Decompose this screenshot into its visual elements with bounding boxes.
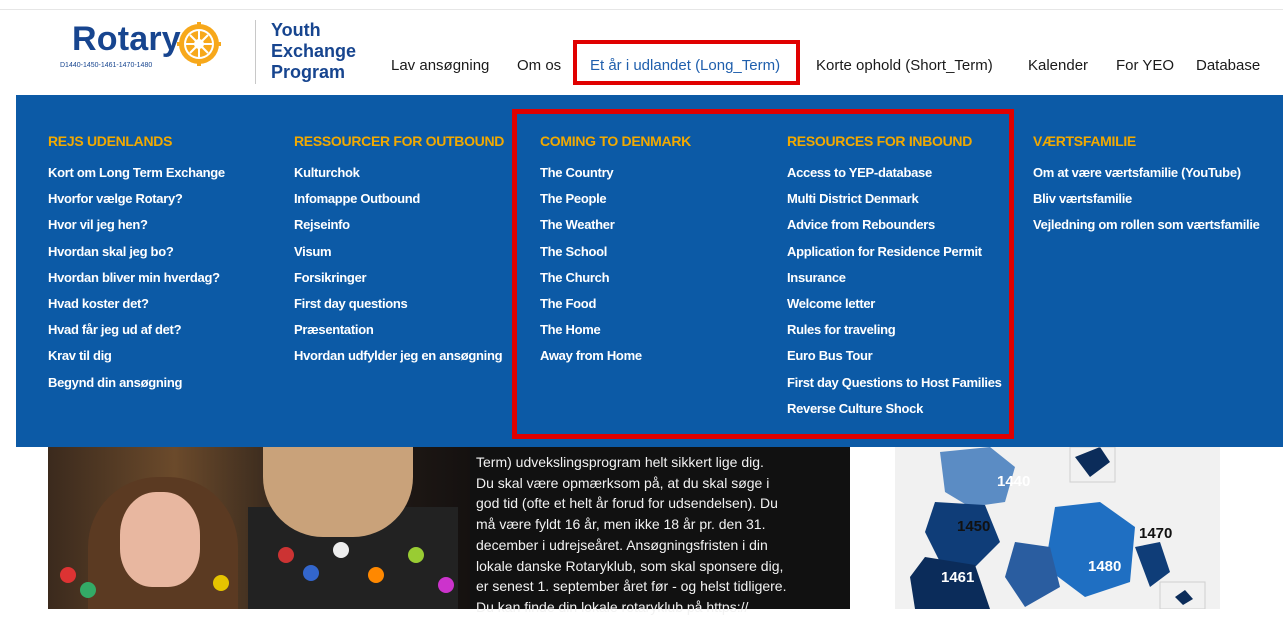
district-map[interactable]: 1440 1450 1470 1461 1480 bbox=[895, 447, 1220, 609]
nav-lav-ansoegning[interactable]: Lav ansøgning bbox=[391, 57, 489, 74]
menu-item[interactable]: Hvordan udfylder jeg en ansøgning bbox=[294, 347, 504, 373]
text-line: er senest 1. september året før - og hel… bbox=[476, 578, 787, 595]
logo-wordmark: Rotary bbox=[72, 20, 181, 58]
pin-badge bbox=[408, 547, 424, 563]
intro-paragraph: Term) udvekslingsprogram helt sikkert li… bbox=[476, 452, 836, 618]
program-title-line-1: Youth bbox=[271, 20, 321, 40]
menu-item[interactable]: Visum bbox=[294, 243, 504, 269]
menu-column-ressourcer-outbound: RESSOURCER FOR OUTBOUND Kulturchok Infom… bbox=[294, 133, 504, 374]
exchange-students-photo bbox=[48, 447, 470, 609]
pin-badge bbox=[213, 575, 229, 591]
menu-item[interactable]: Infomappe Outbound bbox=[294, 190, 504, 216]
program-title[interactable]: Youth Exchange Program bbox=[271, 20, 356, 83]
pin-badge bbox=[278, 547, 294, 563]
district-label-1480: 1480 bbox=[1088, 558, 1122, 575]
text-line: må være fyldt 16 år, men ikke 18 år pr. … bbox=[476, 516, 766, 533]
nav-short-term[interactable]: Korte ophold (Short_Term) bbox=[816, 57, 993, 74]
menu-item[interactable]: Vejledning om rollen som værtsfamilie bbox=[1033, 216, 1260, 242]
highlight-box-columns bbox=[512, 109, 1014, 439]
district-label-1470: 1470 bbox=[1139, 525, 1173, 542]
column-heading[interactable]: REJS UDENLANDS bbox=[48, 133, 225, 149]
menu-item[interactable]: Kulturchok bbox=[294, 164, 504, 190]
program-title-line-2: Exchange bbox=[271, 41, 357, 61]
top-border bbox=[0, 0, 1283, 10]
nav-om-os[interactable]: Om os bbox=[517, 57, 561, 74]
district-label-1450: 1450 bbox=[957, 518, 991, 535]
pin-badge bbox=[333, 542, 349, 558]
menu-item[interactable]: First day questions bbox=[294, 295, 504, 321]
text-line: Du kan finde din lokale rotaryklub på ht… bbox=[476, 598, 749, 615]
text-line: god tid (ofte et helt år forud for udsen… bbox=[476, 495, 778, 512]
pin-badge bbox=[438, 577, 454, 593]
menu-item[interactable]: Forsikringer bbox=[294, 269, 504, 295]
menu-item[interactable]: Bliv værtsfamilie bbox=[1033, 190, 1260, 216]
text-line: Du skal være opmærksom på, at du skal sø… bbox=[476, 474, 770, 491]
menu-column-vaertsfamilie: VÆRTSFAMILIE Om at være værtsfamilie (Yo… bbox=[1033, 133, 1260, 243]
logo-divider bbox=[255, 20, 256, 84]
rotary-logo[interactable]: Rotary D1440-1450-1461-1470-1480 bbox=[60, 18, 270, 88]
photo-person-face bbox=[120, 492, 200, 587]
rotary-wheel-icon bbox=[177, 22, 221, 66]
program-title-line-3: Program bbox=[271, 62, 346, 82]
text-line: lokale danske Rotaryklub, som skal spons… bbox=[476, 557, 784, 574]
nav-kalender[interactable]: Kalender bbox=[1028, 57, 1088, 74]
menu-item[interactable]: Hvorfor vælge Rotary? bbox=[48, 190, 225, 216]
district-label-1440: 1440 bbox=[997, 473, 1031, 490]
photo-person-hair-2 bbox=[263, 447, 413, 537]
district-label-1461: 1461 bbox=[941, 569, 975, 586]
menu-item[interactable]: Rejseinfo bbox=[294, 216, 504, 242]
column-heading[interactable]: RESSOURCER FOR OUTBOUND bbox=[294, 133, 504, 149]
intro-text-panel: Term) udvekslingsprogram helt sikkert li… bbox=[470, 447, 850, 615]
pin-badge bbox=[368, 567, 384, 583]
menu-item[interactable]: Hvordan skal jeg bo? bbox=[48, 243, 225, 269]
menu-item[interactable]: Hvordan bliver min hverdag? bbox=[48, 269, 225, 295]
menu-item[interactable]: Præsentation bbox=[294, 321, 504, 347]
pin-badge bbox=[303, 565, 319, 581]
pin-badge bbox=[60, 567, 76, 583]
menu-item[interactable]: Krav til dig bbox=[48, 347, 225, 373]
text-line: Term) udvekslingsprogram helt sikkert li… bbox=[476, 454, 764, 470]
menu-item[interactable]: Hvad koster det? bbox=[48, 295, 225, 321]
highlight-box-nav bbox=[573, 40, 800, 85]
menu-column-rejs-udenlands: REJS UDENLANDS Kort om Long Term Exchang… bbox=[48, 133, 225, 400]
logo-districts: D1440-1450-1461-1470-1480 bbox=[60, 62, 153, 69]
pin-badge bbox=[80, 582, 96, 598]
district-map-panel: 1440 1450 1470 1461 1480 bbox=[875, 447, 1283, 609]
menu-item[interactable]: Hvad får jeg ud af det? bbox=[48, 321, 225, 347]
menu-item[interactable]: Begynd din ansøgning bbox=[48, 374, 225, 400]
column-heading[interactable]: VÆRTSFAMILIE bbox=[1033, 133, 1260, 149]
menu-item[interactable]: Hvor vil jeg hen? bbox=[48, 216, 225, 242]
nav-for-yeo[interactable]: For YEO bbox=[1116, 57, 1174, 74]
text-line: december i udrejseåret. Ansøgningsfriste… bbox=[476, 536, 768, 553]
menu-item[interactable]: Kort om Long Term Exchange bbox=[48, 164, 225, 190]
menu-item[interactable]: Om at være værtsfamilie (YouTube) bbox=[1033, 164, 1260, 190]
nav-database[interactable]: Database bbox=[1196, 57, 1260, 74]
